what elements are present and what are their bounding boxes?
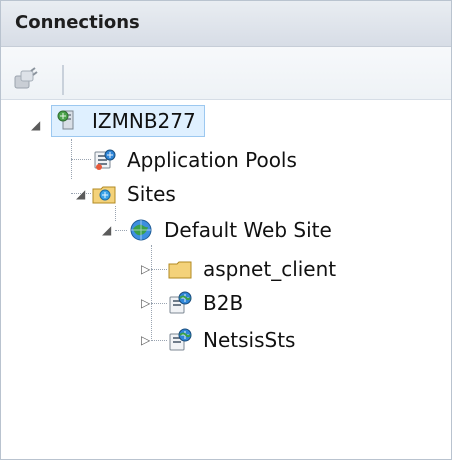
sites-folder-icon [92,186,116,204]
web-app-icon [169,328,192,351]
tree-line [115,230,127,231]
tree-line [151,269,167,270]
tree-node-label: IZMNB277 [92,109,196,133]
tree-node-default-web-site[interactable]: Default Web Site [128,215,332,245]
tree-node-label: Default Web Site [164,218,332,242]
tree-line [151,340,167,341]
tree-node-netsissts[interactable]: NetsisSts [167,325,295,355]
tree-node-sites[interactable]: Sites [91,179,176,209]
expand-toggle[interactable]: ◢ [31,119,43,131]
globe-icon [130,219,152,241]
web-app-icon [169,291,192,314]
collapse-toggle[interactable]: ▷ [141,263,153,275]
tree-node-label: Application Pools [127,148,297,172]
tree-node-label: Sites [127,182,176,206]
panel-title: Connections [15,12,140,33]
collapse-toggle[interactable]: ▷ [141,334,153,346]
tree-node-label: aspnet_client [203,257,337,281]
expand-toggle[interactable]: ◢ [76,188,88,200]
tree-node-app-pools[interactable]: Application Pools [91,145,297,175]
expand-toggle[interactable]: ◢ [102,224,114,236]
tree-node-b2b[interactable]: B2B [167,288,243,318]
server-icon [57,110,74,130]
connections-toolbar [1,47,451,100]
tree-line [71,159,91,160]
collapse-toggle[interactable]: ▷ [141,297,153,309]
toolbar-separator [62,65,64,95]
tree-node-server[interactable]: IZMNB277 [51,105,205,137]
folder-icon [168,261,192,279]
connect-button[interactable] [13,67,39,93]
app-pools-icon [94,149,116,170]
tree-node-aspnet-client[interactable]: aspnet_client [167,254,336,284]
tree-node-label: NetsisSts [203,328,296,352]
connections-panel: Connections ◢ ◢ ◢ ▷ ▷ ▷ IZMNB277 Applica… [0,0,452,460]
plug-icon [14,67,38,89]
tree-line [151,245,152,341]
tree-line [151,303,167,304]
panel-header: Connections [1,1,451,47]
tree-node-label: B2B [203,291,244,315]
